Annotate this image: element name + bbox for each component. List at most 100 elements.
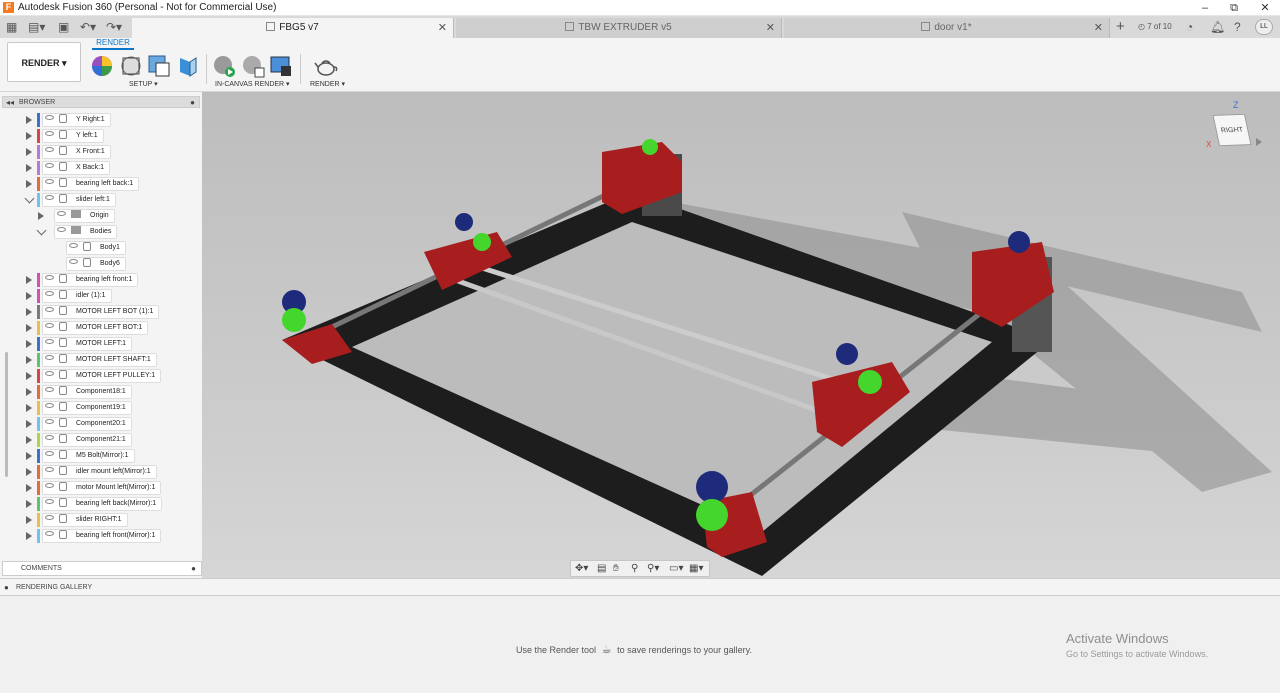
add-comment-icon[interactable]: ● (191, 562, 196, 575)
browser-tree-item[interactable]: Origin (0, 208, 202, 224)
browser-tree-item[interactable]: Component19:1 (0, 400, 202, 416)
browser-tree-item[interactable]: bearing left back:1 (0, 176, 202, 192)
expand-arrow-icon[interactable] (26, 404, 32, 412)
visibility-eye-icon[interactable] (57, 211, 66, 216)
expand-arrow-icon[interactable] (26, 500, 32, 508)
look-at-icon[interactable]: ▤ (597, 563, 606, 574)
expand-arrow-icon[interactable] (26, 276, 32, 284)
tree-item-pill[interactable]: MOTOR LEFT PULLEY:1 (42, 369, 162, 383)
minimize-button[interactable]: – (1190, 0, 1220, 16)
visibility-eye-icon[interactable] (45, 387, 54, 392)
tree-item-pill[interactable]: bearing left front(Mirror):1 (42, 529, 162, 543)
tree-item-pill[interactable]: idler mount left(Mirror):1 (42, 465, 157, 479)
grid-menu-icon[interactable]: ▦ (6, 19, 17, 35)
visibility-eye-icon[interactable] (69, 259, 78, 264)
grid-settings-icon[interactable]: ▦▾ (689, 563, 703, 574)
maximize-button[interactable]: ⧉ (1219, 0, 1249, 16)
visibility-eye-icon[interactable] (45, 179, 54, 184)
tree-item-pill[interactable]: bearing left back:1 (42, 177, 140, 191)
browser-tree-item[interactable]: Y Right:1 (0, 112, 202, 128)
browser-tree-item[interactable]: MOTOR LEFT:1 (0, 336, 202, 352)
visibility-eye-icon[interactable] (45, 163, 54, 168)
expand-arrow-icon[interactable] (26, 308, 32, 316)
view-cube-face[interactable]: RIGHT (1212, 113, 1252, 147)
browser-header[interactable]: ◂◂ BROWSER ● (2, 96, 200, 108)
browser-tree-item[interactable]: MOTOR LEFT SHAFT:1 (0, 352, 202, 368)
expand-arrow-icon[interactable] (26, 532, 32, 540)
visibility-eye-icon[interactable] (45, 531, 54, 536)
workspace-switcher[interactable]: RENDER ▾ (7, 42, 81, 82)
expand-arrow-icon[interactable] (26, 180, 32, 188)
tab-render[interactable]: RENDER (92, 38, 134, 50)
visibility-eye-icon[interactable] (45, 483, 54, 488)
tree-item-pill[interactable]: X Back:1 (42, 161, 111, 175)
visibility-eye-icon[interactable] (45, 339, 54, 344)
browser-tree-item[interactable]: slider left:1 (0, 192, 202, 208)
tree-item-pill[interactable]: motor Mount left(Mirror):1 (42, 481, 162, 495)
tree-item-pill[interactable]: X Front:1 (42, 145, 111, 159)
tree-item-pill[interactable]: Component19:1 (42, 401, 132, 415)
visibility-eye-icon[interactable] (45, 291, 54, 296)
browser-tree-item[interactable]: MOTOR LEFT BOT:1 (0, 320, 202, 336)
browser-tree-item[interactable]: Bodies (0, 224, 202, 240)
pan-hand-icon[interactable]: ✋︎ (613, 563, 619, 574)
undo-icon[interactable]: ↶▾ (80, 19, 96, 35)
expand-arrow-icon[interactable] (38, 212, 44, 220)
expand-arrow-icon[interactable] (26, 292, 32, 300)
browser-tree-item[interactable]: idler (1):1 (0, 288, 202, 304)
expand-arrow-icon[interactable] (26, 388, 32, 396)
visibility-eye-icon[interactable] (57, 227, 66, 232)
help-icon[interactable]: ? (1234, 19, 1241, 35)
expand-arrow-icon[interactable] (26, 516, 32, 524)
expand-arrow-icon[interactable] (26, 356, 32, 364)
browser-scrollbar[interactable] (5, 352, 8, 477)
setup-group-label[interactable]: SETUP ▾ (129, 80, 158, 88)
tree-item-pill[interactable]: bearing left front:1 (42, 273, 139, 287)
expand-arrow-icon[interactable] (26, 324, 32, 332)
visibility-eye-icon[interactable] (45, 195, 54, 200)
close-tab-icon[interactable]: ✕ (438, 18, 447, 38)
gallery-pin-icon[interactable]: ● (4, 579, 9, 596)
visibility-eye-icon[interactable] (69, 243, 78, 248)
tab-tbw-extruder[interactable]: TBW EXTRUDER v5 ✕ (456, 18, 782, 38)
browser-tree-item[interactable]: motor Mount left(Mirror):1 (0, 480, 202, 496)
visibility-eye-icon[interactable] (45, 435, 54, 440)
capture-image-icon[interactable] (269, 54, 293, 78)
browser-tree-item[interactable]: Y left:1 (0, 128, 202, 144)
visibility-eye-icon[interactable] (45, 467, 54, 472)
render-group-label[interactable]: RENDER ▾ (310, 80, 345, 88)
visibility-eye-icon[interactable] (45, 275, 54, 280)
expand-arrow-icon[interactable] (26, 452, 32, 460)
fit-zoom-icon[interactable]: ⚲▾ (647, 563, 659, 574)
tree-item-pill[interactable]: Component18:1 (42, 385, 132, 399)
tree-item-pill[interactable]: MOTOR LEFT BOT (1):1 (42, 305, 160, 319)
tree-item-pill[interactable]: MOTOR LEFT:1 (42, 337, 133, 351)
in-canvas-settings-icon[interactable] (241, 54, 265, 78)
visibility-eye-icon[interactable] (45, 371, 54, 376)
job-status-counter[interactable]: ◴ 7 of 10 (1138, 19, 1172, 35)
comments-panel[interactable]: COMMENTS ● (2, 561, 202, 576)
browser-tree-item[interactable]: X Back:1 (0, 160, 202, 176)
texture-map-icon[interactable] (147, 54, 171, 78)
browser-tree-item[interactable]: X Front:1 (0, 144, 202, 160)
tree-item-pill[interactable]: Component21:1 (42, 433, 132, 447)
tree-item-pill[interactable]: Y left:1 (42, 129, 104, 143)
collapse-arrow-icon[interactable] (36, 225, 47, 236)
in-canvas-render-icon[interactable] (212, 54, 236, 78)
browser-tree-item[interactable]: Body1 (0, 240, 202, 256)
close-tab-icon[interactable]: ✕ (766, 18, 775, 38)
tree-item-pill[interactable]: bearing left back(Mirror):1 (42, 497, 163, 511)
visibility-eye-icon[interactable] (45, 307, 54, 312)
visibility-eye-icon[interactable] (45, 515, 54, 520)
expand-arrow-icon[interactable] (26, 372, 32, 380)
browser-tree-item[interactable]: Component18:1 (0, 384, 202, 400)
zoom-icon[interactable]: ⚲ (631, 563, 638, 574)
visibility-eye-icon[interactable] (45, 115, 54, 120)
expand-arrow-icon[interactable] (26, 164, 32, 172)
collapse-arrow-icon[interactable] (24, 193, 35, 204)
view-cube[interactable]: Z RIGHT X (1206, 100, 1276, 165)
visibility-eye-icon[interactable] (45, 403, 54, 408)
browser-tree-item[interactable]: Component20:1 (0, 416, 202, 432)
expand-arrow-icon[interactable] (26, 148, 32, 156)
online-status-icon[interactable]: ◔ (1186, 19, 1193, 35)
